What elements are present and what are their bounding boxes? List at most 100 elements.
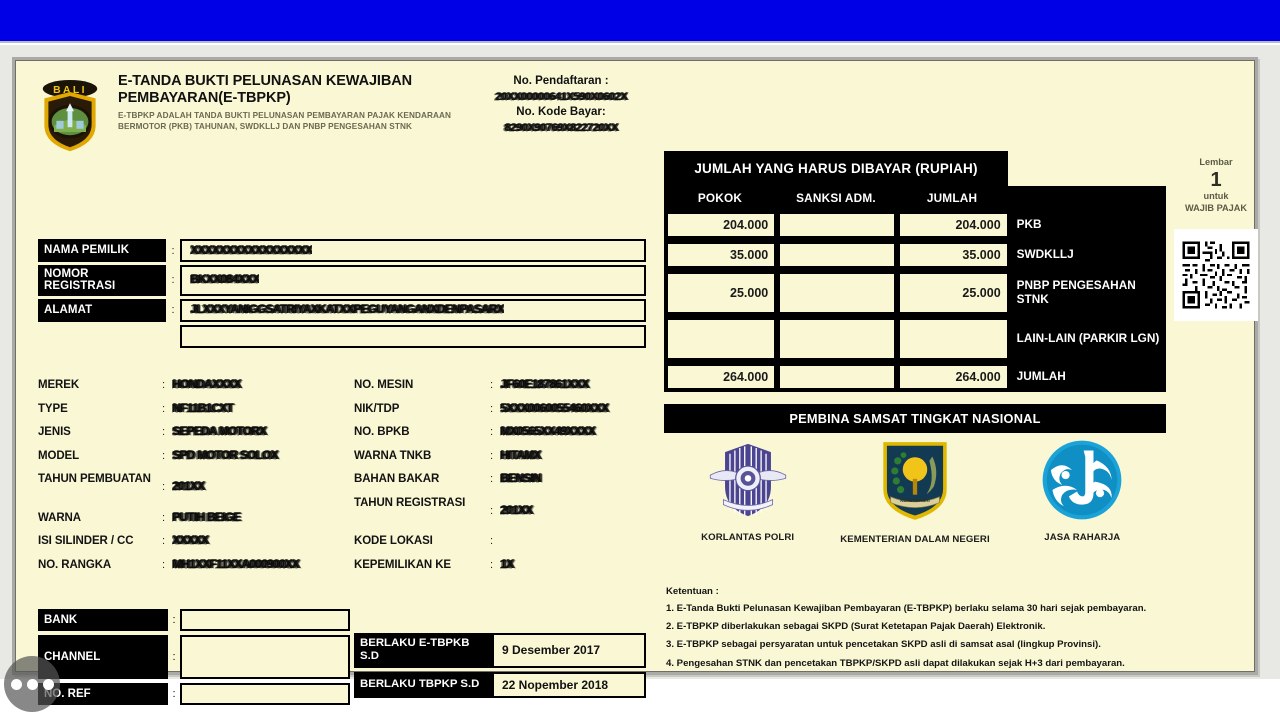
spec-row: KEPEMILIKAN KE : 1X [354,559,652,574]
spec-value: JF60E187861XXX [500,379,589,391]
more-options-icon-dot [10,678,22,690]
spec-value: SPD MOTOR SOLOX [172,449,278,462]
registration-block: No. Pendaftaran : 20XX00000641X590X0602X… [468,73,654,135]
spec-row: WARNA : PUTIH BEIGE [38,512,336,527]
owner-name-field: XXXXXXXXXXXXXXXXX [180,239,646,262]
cell-pokok: 264.000 [666,364,777,390]
sheet-info: Lembar 1 untuk WAJIB PAJAK [1174,157,1258,215]
kementerian-dalam-negeri-logo: KEMENDAGRI [883,442,947,520]
owner-address-value: JLXXXYANIGGSATRIYAXKATXXPEGUYANGANXDENPA… [190,304,504,317]
spec-row: TAHUN PEMBUATAN : 201XX [38,473,336,503]
more-options-button[interactable] [4,656,60,712]
more-options-icon-dot [26,678,38,690]
cell-sanksi [778,272,897,314]
colon-separator: : [172,688,176,700]
validity-tbpkp-value: 22 Nopember 2018 [492,671,646,698]
colon-separator: : [172,614,176,626]
owner-address-field-line2 [180,324,646,348]
colon-separator: : [490,402,494,415]
spec-label: MODEL [38,449,80,462]
cell-pokok: 35.000 [666,242,777,268]
cell-item-name: SWDKLLJ [1016,247,1074,262]
cell-pokok: 204.000 [666,212,777,238]
logo-caption: KORLANTAS POLRI [701,532,795,543]
colon-separator: : [162,379,166,391]
bank-label: BANK [38,609,168,631]
spec-row: NO. BPKB : MX0565XX49XXXX [354,426,652,441]
spec-label: NO. RANGKA [38,558,112,571]
colon-separator: : [490,558,494,571]
owner-registration-value: BKXX084XXX [190,274,260,287]
cell-pokok: 25.000 [666,272,777,314]
document-subtitle: E-TBPKP ADALAH TANDA BUKTI PELUNASAN PEM… [118,111,452,132]
owner-name-label: NAMA PEMILIK [38,239,166,262]
spec-value: NF11B1CXT [172,402,233,415]
spec-row: BAHAN BAKAR : BENSIN [354,473,652,488]
registration-number-label: No. Pendaftaran : [513,75,609,87]
cell-jumlah: 35.000 [898,242,1009,268]
pembina-header: PEMBINA SAMSAT TINGKAT NASIONAL [664,404,1166,433]
spec-label: NO. MESIN [354,379,414,391]
colon-separator: : [162,535,166,547]
colon-separator: : [162,402,166,415]
spec-row: WARNA TNKB : HITAMX [354,450,652,465]
validity-row: BERLAKU E-TBPKB S.D 9 Desember 2017 [354,633,646,668]
owner-row-registration: NOMOR REGISTRASI : BKXX084XXX [38,265,646,296]
cell-sanksi [778,364,897,390]
colon-separator: : [172,651,176,663]
bank-value-field [180,609,350,631]
validity-tbpkp-label: BERLAKU TBPKP S.D [354,671,492,698]
spec-row: MEREK : HONDAXXXX [38,379,336,394]
spec-value: 201XX [500,504,533,517]
logo-caption: KEMENTERIAN DALAM NEGERI [840,534,990,545]
validity-row: BERLAKU TBPKP S.D 22 Nopember 2018 [354,671,646,698]
bank-row: BANK : [38,609,350,631]
owner-name-value: XXXXXXXXXXXXXXXXX [190,244,312,257]
colon-separator: : [171,304,175,317]
vehicle-specs-right-column: NO. MESIN : JF60E187861XXX NIK/TDP : 5XX… [354,379,652,582]
document-viewer[interactable]: BALI E-TANDA BUKTI PELUNASAN KEWAJIBAN P… [0,45,1280,705]
colon-separator: : [162,558,166,571]
table-row: 264.000 264.000 JUMLAH [664,362,1166,392]
spec-value: SEPEDA MOTORX [172,426,266,438]
spec-row: TAHUN REGISTRASI : 201XX [354,497,652,527]
bank-row: CHANNEL : [38,635,350,679]
colon-separator: : [490,426,494,438]
ketentuan-item: 3. E-TBPKP sebagai persyaratan untuk pen… [666,639,1101,651]
document-header: BALI E-TANDA BUKTI PELUNASAN KEWAJIBAN P… [30,73,470,163]
spec-label: TAHUN REGISTRASI [354,496,466,509]
cell-sanksi [778,242,897,268]
spec-row: NO. MESIN : JF60E187861XXX [354,379,652,394]
pembina-logos: KORLANTAS POLRI KEMENDAGRI KEMENTERIAN D… [664,439,1166,546]
colon-separator: : [162,449,166,462]
spec-value: 1X [500,558,514,571]
colon-separator: : [162,426,166,438]
validity-etbpkb-label: BERLAKU E-TBPKB S.D [354,633,492,668]
registration-number-value: 20XX00000641X590X0602X [495,90,627,103]
spec-row: MODEL : SPD MOTOR SOLOX [38,450,336,465]
owner-registration-field: BKXX084XXX [180,265,646,296]
cell-jumlah: 264.000 [898,364,1009,390]
column-spacer [1008,186,1166,210]
spec-value: 201XX [172,481,205,493]
spec-label: ISI SILINDER / CC [38,535,134,547]
spec-label: NIK/TDP [354,402,400,415]
colon-separator: : [490,504,494,517]
table-row: LAIN-LAIN (PARKIR LGN) [664,316,1166,362]
spec-row: NIK/TDP : 5XXX0060055460XXX [354,403,652,418]
table-row: 35.000 35.000 SWDKLLJ [664,240,1166,270]
ketentuan-item: 1. E-Tanda Bukti Pelunasan Kewajiban Pem… [666,603,1147,614]
qr-code [1174,229,1258,321]
payment-table: JUMLAH YANG HARUS DIBAYAR (RUPIAH) POKOK… [664,151,1166,392]
spec-value: 5XXX0060055460XXX [500,402,608,415]
colon-separator: : [490,535,494,547]
cell-pokok [666,318,777,360]
jasa-raharja-logo [1042,440,1122,520]
logo-caption: JASA RAHARJA [1044,532,1121,543]
cell-jumlah: 25.000 [898,272,1009,314]
spec-row: TYPE : NF11B1CXT [38,403,336,418]
top-blue-bar [0,0,1280,43]
owner-address-label: ALAMAT [38,298,166,322]
channel-value-field [180,635,350,679]
